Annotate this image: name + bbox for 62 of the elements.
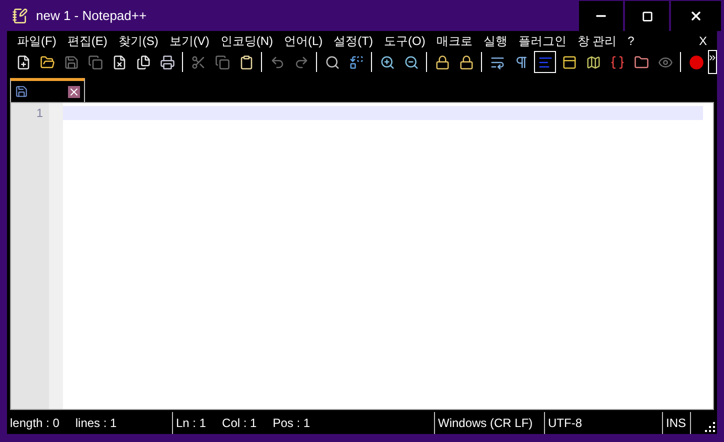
menu-item[interactable]: 실행 <box>479 32 512 50</box>
window-title: new 1 - Notepad++ <box>36 6 147 25</box>
menu-item[interactable]: 인코딩(N) <box>216 32 277 50</box>
menu-item[interactable]: 보기(V) <box>165 32 214 50</box>
close-icon <box>689 9 703 23</box>
copy-icon <box>214 54 230 70</box>
lock-icon <box>458 54 474 70</box>
menu-item[interactable]: 파일(F) <box>13 32 60 50</box>
menu-item[interactable]: 도구(O) <box>380 32 430 50</box>
line-number: 1 <box>36 106 43 120</box>
indent-guide-button[interactable] <box>534 51 556 73</box>
status-text: lines : 1 <box>75 415 117 432</box>
search-icon <box>324 54 340 70</box>
zoom-out-icon <box>404 54 418 70</box>
status-text: Windows (CR LF) <box>438 415 533 432</box>
close-all-icon <box>136 54 150 70</box>
status-text: Pos : 1 <box>272 415 310 432</box>
menu-item[interactable]: 플러그인 <box>514 32 570 50</box>
status-text: Ln : 1 <box>176 415 206 432</box>
menu-item[interactable]: 찾기(S) <box>114 32 162 50</box>
document-tab[interactable] <box>10 78 85 102</box>
menu-item[interactable]: 언어(L) <box>280 32 327 50</box>
menu-item[interactable]: 편집(E) <box>63 32 112 50</box>
lock-icon <box>434 54 450 70</box>
map-icon <box>586 54 600 70</box>
notepad-icon <box>12 8 28 24</box>
folder-icon <box>634 54 648 70</box>
close-button[interactable] <box>671 1 721 31</box>
status-text: INS <box>666 415 686 432</box>
save-all-icon <box>88 54 102 70</box>
new-file-icon <box>16 54 30 70</box>
record-icon <box>688 54 704 70</box>
menu-item[interactable]: ? <box>624 32 638 50</box>
resize-grip-icon <box>705 422 715 432</box>
folder-icon <box>40 54 54 70</box>
close-file-icon <box>112 54 126 70</box>
indent-guide-icon <box>538 54 552 70</box>
panel-icon <box>562 54 576 70</box>
save-icon <box>64 54 78 70</box>
menu-item[interactable]: 매크로 <box>432 32 476 50</box>
replace-icon <box>348 54 364 70</box>
menu-item[interactable]: 설정(T) <box>330 32 377 50</box>
scissors-icon <box>190 54 206 70</box>
status-text: UTF-8 <box>548 415 582 432</box>
status-text: length : 0 <box>10 415 60 432</box>
maximize-button[interactable] <box>625 1 669 31</box>
overflow-button[interactable]: » <box>708 50 717 74</box>
redo-icon <box>294 54 308 70</box>
paste-icon <box>238 54 254 70</box>
save-icon <box>15 85 28 98</box>
undo-icon <box>270 54 284 70</box>
maximize-icon <box>642 10 652 22</box>
braces-icon <box>610 54 624 70</box>
wrap-text-icon <box>490 54 504 70</box>
close-tab-icon <box>68 86 80 98</box>
pilcrow-icon <box>514 54 528 70</box>
menu-close[interactable]: X <box>694 32 711 50</box>
zoom-in-icon <box>380 54 394 70</box>
eye-icon <box>658 54 672 70</box>
printer-icon <box>160 54 174 70</box>
status-text: Col : 1 <box>222 415 257 432</box>
menu-item[interactable]: 창 관리 <box>573 32 621 50</box>
